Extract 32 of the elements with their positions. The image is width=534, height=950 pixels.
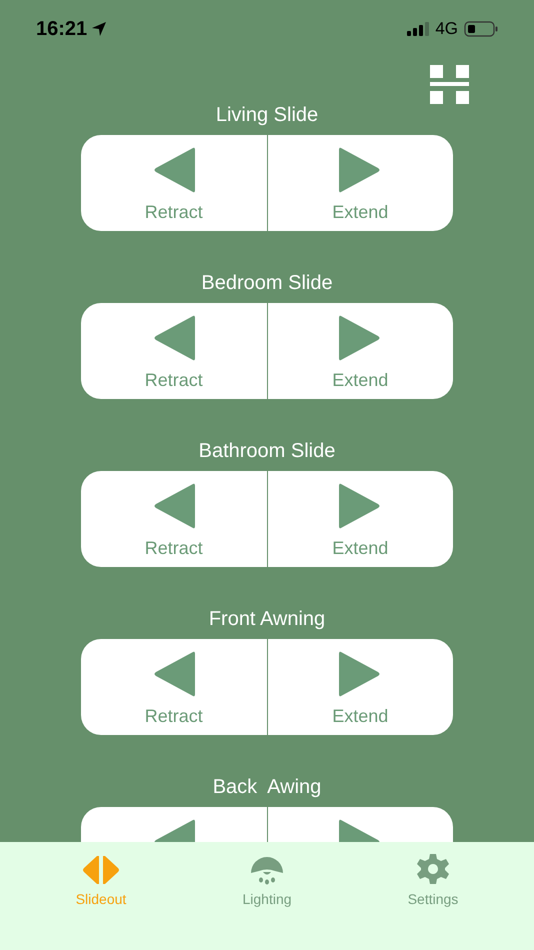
split-diamond-icon — [83, 855, 119, 885]
retract-button[interactable]: Retract — [81, 639, 266, 735]
extend-button[interactable]: Extend — [266, 471, 453, 567]
tab[interactable]: Slideout — [51, 850, 151, 910]
section-title: Living Slide — [216, 104, 318, 126]
right-triangle-icon — [339, 482, 382, 530]
right-triangle-icon — [339, 650, 382, 698]
right-triangle-icon — [339, 314, 382, 362]
logo-icon — [430, 65, 470, 104]
section-title: Bathroom Slide — [198, 440, 336, 462]
battery-icon — [464, 21, 498, 37]
section-title: Front Awning — [208, 608, 326, 630]
tab[interactable]: Settings — [383, 850, 483, 910]
tab[interactable]: Lighting — [217, 850, 317, 910]
left-triangle-icon — [152, 482, 195, 530]
section-title: Back Awing — [212, 776, 322, 798]
left-triangle-icon — [152, 650, 195, 698]
left-triangle-icon — [152, 314, 195, 362]
status-time: 16:21 — [36, 17, 88, 42]
retract-button[interactable]: Retract — [81, 303, 266, 399]
extend-button[interactable]: Extend — [266, 303, 453, 399]
location-arrow-icon — [91, 21, 108, 37]
signal-icon — [407, 22, 430, 36]
right-triangle-icon — [339, 146, 382, 194]
left-triangle-icon — [152, 146, 195, 194]
retract-button[interactable]: Retract — [81, 471, 266, 567]
extend-button[interactable]: Extend — [266, 135, 453, 231]
retract-button[interactable]: Retract — [81, 135, 266, 231]
settings-icon — [417, 853, 449, 885]
section-title: Bedroom Slide — [201, 272, 333, 294]
extend-button[interactable]: Extend — [266, 639, 453, 735]
network-label: 4G — [435, 18, 458, 40]
